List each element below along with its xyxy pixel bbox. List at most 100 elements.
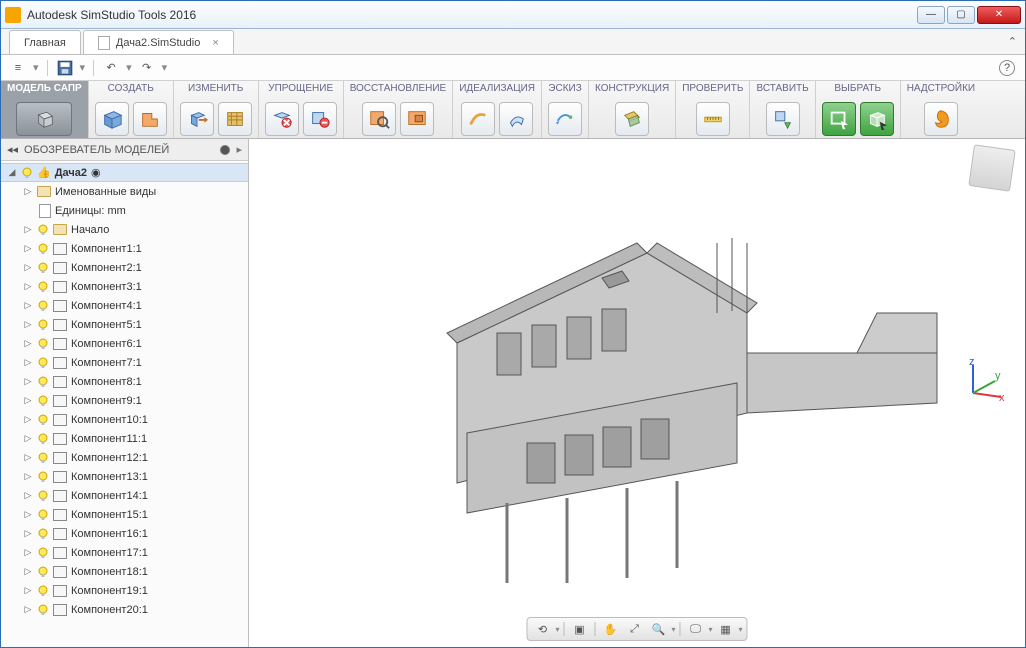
tree-origin[interactable]: ▷ Начало bbox=[1, 220, 248, 239]
tree-component[interactable]: ▷Компонент2:1 bbox=[1, 258, 248, 277]
tab-document[interactable]: Дача2.SimStudio × bbox=[83, 30, 234, 54]
expand-arrow-icon[interactable]: ▷ bbox=[23, 604, 33, 615]
zoom-window-icon[interactable]: 🔍 bbox=[647, 620, 669, 638]
collapse-arrow-icon[interactable]: ◢ bbox=[7, 167, 17, 178]
bulb-icon[interactable] bbox=[37, 262, 49, 274]
expand-arrow-icon[interactable]: ▷ bbox=[23, 281, 33, 292]
bulb-icon[interactable] bbox=[37, 452, 49, 464]
tree-component[interactable]: ▷Компонент8:1 bbox=[1, 372, 248, 391]
bulb-icon[interactable] bbox=[37, 281, 49, 293]
close-button[interactable]: ✕ bbox=[977, 6, 1021, 24]
tree-component[interactable]: ▷Компонент14:1 bbox=[1, 486, 248, 505]
tree-component[interactable]: ▷Компонент19:1 bbox=[1, 581, 248, 600]
tree-component[interactable]: ▷Компонент5:1 bbox=[1, 315, 248, 334]
tree-component[interactable]: ▷Компонент13:1 bbox=[1, 467, 248, 486]
bulb-icon[interactable] bbox=[37, 604, 49, 616]
options-icon[interactable] bbox=[220, 145, 230, 155]
bulb-icon[interactable] bbox=[37, 376, 49, 388]
bulb-icon[interactable] bbox=[21, 167, 33, 179]
expand-arrow-icon[interactable]: ▷ bbox=[23, 452, 33, 463]
lookat-icon[interactable]: ▣ bbox=[568, 620, 590, 638]
sketch-curve-icon[interactable] bbox=[548, 102, 582, 136]
expand-arrow-icon[interactable]: ▷ bbox=[23, 338, 33, 349]
target-icon[interactable]: ◉ bbox=[91, 166, 101, 179]
tab-close-icon[interactable]: × bbox=[212, 37, 218, 49]
undo-icon[interactable]: ↶ bbox=[102, 59, 120, 77]
bulb-icon[interactable] bbox=[37, 585, 49, 597]
display-icon[interactable]: 🖵 bbox=[685, 620, 707, 638]
model-tree[interactable]: ◢ 👍 Дача2 ◉ ▷ Именованные виды Единицы: … bbox=[1, 161, 248, 647]
bulb-icon[interactable] bbox=[37, 566, 49, 578]
expand-arrow-icon[interactable]: ▷ bbox=[23, 509, 33, 520]
zoom-icon[interactable]: ⤢ bbox=[623, 620, 645, 638]
expand-arrow-icon[interactable]: ▷ bbox=[23, 585, 33, 596]
orbit-icon[interactable]: ⟲ bbox=[531, 620, 553, 638]
tab-home[interactable]: Главная bbox=[9, 30, 81, 54]
bulb-icon[interactable] bbox=[37, 357, 49, 369]
idealize-midsurface-icon[interactable] bbox=[461, 102, 495, 136]
collapse-icon[interactable]: ◂◂ bbox=[7, 143, 18, 156]
tab-overflow-icon[interactable]: ⌃ bbox=[1008, 35, 1017, 48]
tree-component[interactable]: ▷Компонент9:1 bbox=[1, 391, 248, 410]
tree-component[interactable]: ▷Компонент11:1 bbox=[1, 429, 248, 448]
select-window-icon[interactable] bbox=[822, 102, 856, 136]
bulb-icon[interactable] bbox=[37, 319, 49, 331]
edit-pattern-icon[interactable] bbox=[218, 102, 252, 136]
expand-arrow-icon[interactable]: ▷ bbox=[23, 433, 33, 444]
expand-arrow-icon[interactable]: ▷ bbox=[23, 566, 33, 577]
tree-component[interactable]: ▷Компонент3:1 bbox=[1, 277, 248, 296]
expand-arrow-icon[interactable]: ▷ bbox=[23, 395, 33, 406]
model-cube-icon[interactable] bbox=[16, 102, 72, 136]
tree-component[interactable]: ▷Компонент18:1 bbox=[1, 562, 248, 581]
redo-icon[interactable]: ↷ bbox=[138, 59, 156, 77]
bulb-icon[interactable] bbox=[37, 414, 49, 426]
tree-component[interactable]: ▷Компонент4:1 bbox=[1, 296, 248, 315]
insert-component-icon[interactable] bbox=[766, 102, 800, 136]
tree-root[interactable]: ◢ 👍 Дача2 ◉ bbox=[1, 163, 248, 182]
bulb-icon[interactable] bbox=[37, 433, 49, 445]
pan-icon[interactable]: ✋ bbox=[599, 620, 621, 638]
bulb-icon[interactable] bbox=[37, 395, 49, 407]
bulb-icon[interactable] bbox=[37, 300, 49, 312]
expand-arrow-icon[interactable]: ▷ bbox=[23, 319, 33, 330]
expand-arrow-icon[interactable]: ▷ bbox=[23, 357, 33, 368]
tree-component[interactable]: ▷Компонент1:1 bbox=[1, 239, 248, 258]
menu-icon[interactable]: ≡ bbox=[9, 59, 27, 77]
create-box-icon[interactable] bbox=[95, 102, 129, 136]
expand-arrow-icon[interactable]: ▷ bbox=[23, 262, 33, 273]
bulb-icon[interactable] bbox=[37, 338, 49, 350]
tree-component[interactable]: ▷Компонент10:1 bbox=[1, 410, 248, 429]
expand-arrow-icon[interactable]: ▷ bbox=[23, 224, 33, 235]
select-box-icon[interactable] bbox=[860, 102, 894, 136]
expand-arrow-icon[interactable]: ▷ bbox=[23, 471, 33, 482]
tree-component[interactable]: ▷Компонент16:1 bbox=[1, 524, 248, 543]
tree-named-views[interactable]: ▷ Именованные виды bbox=[1, 182, 248, 201]
bulb-icon[interactable] bbox=[37, 490, 49, 502]
tree-component[interactable]: ▷Компонент15:1 bbox=[1, 505, 248, 524]
restore-face-icon[interactable] bbox=[400, 102, 434, 136]
restore-find-icon[interactable] bbox=[362, 102, 396, 136]
bulb-icon[interactable] bbox=[37, 471, 49, 483]
construct-plane-icon[interactable] bbox=[615, 102, 649, 136]
idealize-shell-icon[interactable] bbox=[499, 102, 533, 136]
grid-icon[interactable]: ▦ bbox=[715, 620, 737, 638]
tree-component[interactable]: ▷Компонент6:1 bbox=[1, 334, 248, 353]
create-shape-icon[interactable] bbox=[133, 102, 167, 136]
tree-component[interactable]: ▷Компонент7:1 bbox=[1, 353, 248, 372]
tree-component[interactable]: ▷Компонент20:1 bbox=[1, 600, 248, 619]
bulb-icon[interactable] bbox=[37, 243, 49, 255]
expand-arrow-icon[interactable]: ▷ bbox=[23, 414, 33, 425]
simplify-delete-icon[interactable] bbox=[303, 102, 337, 136]
expand-arrow-icon[interactable]: ▷ bbox=[23, 528, 33, 539]
tree-units[interactable]: Единицы: mm bbox=[1, 201, 248, 220]
expand-arrow-icon[interactable]: ▷ bbox=[23, 300, 33, 311]
addins-icon[interactable] bbox=[924, 102, 958, 136]
edit-pushpull-icon[interactable] bbox=[180, 102, 214, 136]
help-icon[interactable]: ? bbox=[999, 60, 1015, 76]
maximize-button[interactable]: ▢ bbox=[947, 6, 975, 24]
tree-component[interactable]: ▷Компонент12:1 bbox=[1, 448, 248, 467]
minimize-button[interactable]: — bbox=[917, 6, 945, 24]
expand-arrow-icon[interactable]: ▷ bbox=[23, 376, 33, 387]
pin-icon[interactable]: ▸ bbox=[236, 143, 242, 156]
expand-arrow-icon[interactable]: ▷ bbox=[23, 490, 33, 501]
